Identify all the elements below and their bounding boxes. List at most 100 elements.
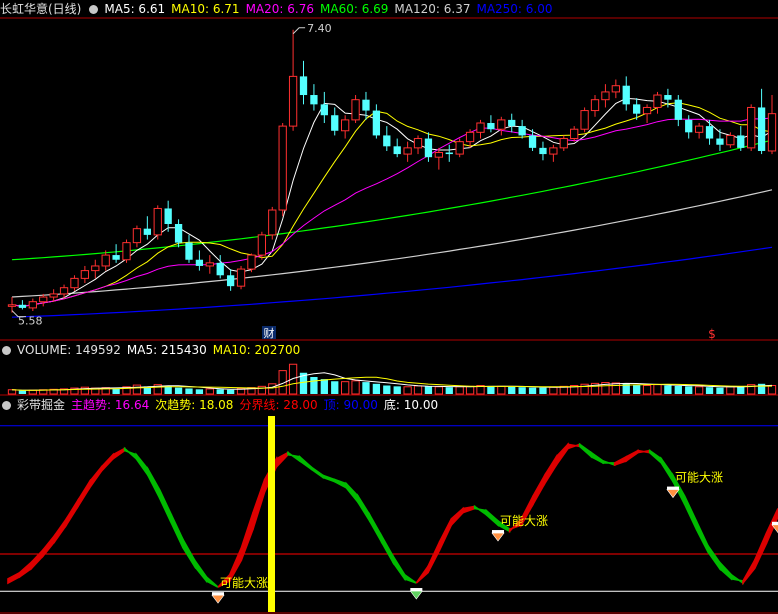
- candle-body: [174, 224, 183, 243]
- candle: [80, 265, 90, 284]
- candle-body: [226, 275, 235, 287]
- candle: [257, 231, 267, 260]
- candle-body: [642, 106, 652, 115]
- ribbon-segment: [427, 541, 441, 574]
- ribbon-segment: [462, 505, 476, 514]
- candle-body: [653, 94, 662, 108]
- ribbon-segment: [683, 495, 698, 530]
- ribbon-segment: [578, 442, 593, 459]
- volume-bar: [216, 389, 224, 394]
- candle: [653, 91, 662, 114]
- candle-body: [268, 209, 277, 236]
- candle: [674, 95, 682, 127]
- candle: [7, 297, 17, 313]
- candle: [611, 79, 620, 99]
- candle-body: [611, 85, 620, 93]
- candle-body: [403, 147, 412, 155]
- candle: [205, 255, 214, 274]
- signal-diamond: [491, 530, 505, 542]
- candle: [737, 126, 745, 151]
- ribbon-segment: [42, 533, 56, 559]
- diamond-shape: [211, 594, 225, 604]
- candle: [508, 113, 516, 133]
- volume-bar: [539, 387, 547, 394]
- volume-bar: [737, 386, 745, 394]
- candle: [497, 116, 506, 136]
- ribbon-segment: [287, 451, 301, 463]
- diamond-top: [410, 588, 423, 592]
- volume-bar: [288, 363, 298, 395]
- ribbon-segment: [298, 454, 313, 471]
- volume-bar: [726, 386, 735, 395]
- candle-body: [508, 119, 516, 127]
- candle-body: [216, 262, 224, 276]
- candle: [70, 275, 79, 291]
- ribbon-segment: [88, 464, 103, 491]
- volume-bar: [445, 387, 453, 394]
- candle-body: [705, 126, 714, 139]
- signal-diamond: [211, 592, 225, 604]
- candle-body: [549, 147, 558, 155]
- candle-body: [590, 99, 600, 112]
- candle-body: [497, 119, 506, 130]
- candle-body: [112, 255, 120, 260]
- candle: [476, 119, 485, 139]
- ribbon-segment: [392, 553, 406, 582]
- volume-bar: [642, 385, 652, 395]
- ribbon-segment: [53, 516, 68, 545]
- volume-bar: [413, 385, 423, 395]
- candle-body: [341, 119, 350, 132]
- ribbon-segment: [450, 506, 464, 528]
- volume-bar: [383, 385, 391, 394]
- candle: [288, 29, 298, 131]
- ma-line-ma20: [11, 117, 773, 307]
- candle-body: [247, 254, 256, 270]
- volume-bar: [331, 381, 339, 394]
- candle: [393, 138, 401, 158]
- candle: [622, 76, 630, 111]
- signal-label: 可能大涨: [675, 470, 723, 485]
- ribbon-segment: [310, 465, 324, 479]
- candle: [580, 107, 589, 133]
- candle-body: [372, 110, 381, 136]
- ribbon-segment: [275, 451, 289, 470]
- diamond-top: [492, 530, 504, 534]
- candle: [278, 123, 287, 217]
- ribbon-segment: [415, 563, 429, 584]
- candle-body: [195, 259, 204, 266]
- ribbon-segment: [742, 557, 756, 586]
- candle-body: [236, 268, 246, 287]
- candle-body: [664, 95, 672, 100]
- candle-body: [320, 104, 328, 116]
- candle: [767, 95, 777, 155]
- volume-bar: [403, 386, 412, 395]
- candle-body: [310, 95, 318, 105]
- ribbon-segment: [695, 520, 709, 553]
- event-marker-s: $: [708, 327, 716, 341]
- candle: [320, 91, 328, 123]
- ribbon-segment: [18, 560, 33, 579]
- candle: [18, 300, 27, 310]
- candle-body: [476, 122, 485, 133]
- ribbon-segment: [555, 442, 569, 468]
- candle-body: [39, 296, 48, 303]
- candle: [195, 250, 204, 271]
- candle-body: [726, 134, 735, 146]
- ribbon-segment: [567, 443, 581, 450]
- chart-canvas[interactable]: 7.405.58财$可能大涨可能大涨可能大涨可能大涨: [0, 0, 778, 614]
- ribbon-segment: [380, 532, 394, 566]
- volume-bar: [716, 387, 724, 394]
- candle-body: [28, 301, 37, 309]
- candle: [601, 84, 610, 108]
- candle: [351, 95, 360, 123]
- candle-body: [383, 135, 391, 147]
- candle-body: [580, 110, 589, 130]
- candle-body: [465, 131, 475, 143]
- ribbon-segment: [252, 479, 266, 530]
- low-price-label: 5.58: [18, 315, 43, 328]
- volume-bar: [132, 384, 142, 395]
- ribbon-segment: [637, 449, 651, 454]
- candle: [331, 107, 339, 136]
- cursor-line: [268, 416, 275, 612]
- candle: [383, 126, 391, 151]
